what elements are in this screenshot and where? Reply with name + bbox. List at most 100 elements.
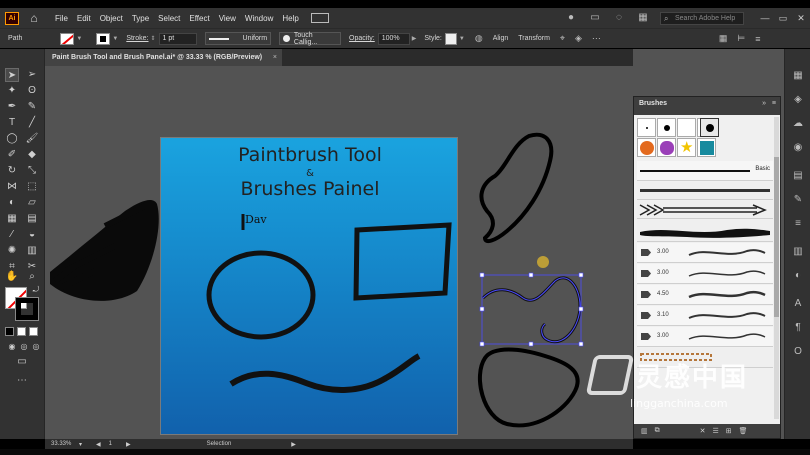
brush-row-calligraphic-1[interactable]: 3.00 bbox=[637, 243, 773, 263]
menu-window[interactable]: Window bbox=[245, 14, 273, 23]
scale-tool-icon[interactable]: ⤡ bbox=[25, 164, 39, 178]
ellipse-tool-icon[interactable]: ◯ bbox=[5, 132, 19, 146]
brush-cell-orange-splat[interactable] bbox=[637, 138, 656, 157]
shape-builder-tool-icon[interactable]: ◐ bbox=[5, 196, 19, 210]
zoom-tool-icon[interactable]: ⌕ bbox=[25, 270, 39, 284]
type-tool-icon[interactable]: T bbox=[5, 116, 19, 130]
style-swatch[interactable] bbox=[444, 32, 457, 45]
options-of-brush-icon[interactable]: ☰ bbox=[713, 427, 719, 435]
brush-cell-small-dot[interactable] bbox=[637, 118, 656, 137]
library-panel-icon[interactable]: ⧉ bbox=[655, 427, 660, 435]
panel-icon[interactable]: ▭ bbox=[588, 11, 602, 25]
search-help-input[interactable]: ⌕ Search Adobe Help bbox=[660, 11, 744, 25]
graph-tool-icon[interactable]: ▥ bbox=[25, 244, 39, 258]
properties-icon[interactable]: ▦ bbox=[791, 69, 805, 83]
panel-menu-icon[interactable]: ≡ bbox=[772, 97, 776, 111]
chevron-down-icon[interactable]: ▼ bbox=[76, 36, 82, 42]
brush-cell-teal-box[interactable] bbox=[697, 138, 716, 157]
close-icon[interactable]: × bbox=[273, 49, 277, 66]
opacity-label[interactable]: Opacity: bbox=[349, 35, 375, 42]
brush-row-art-dry[interactable] bbox=[637, 182, 773, 200]
brushes-scrollbar[interactable] bbox=[774, 117, 779, 419]
workspace-icon[interactable]: ▦ bbox=[636, 11, 650, 25]
layers-icon[interactable]: ◈ bbox=[791, 93, 805, 107]
lasso-tool-icon[interactable]: ʘ bbox=[25, 84, 39, 98]
page-number[interactable]: 1 bbox=[109, 441, 112, 447]
user-icon[interactable]: ● bbox=[564, 11, 578, 25]
page-next-icon[interactable]: ▶ bbox=[126, 441, 131, 448]
home-icon[interactable]: ⌂ bbox=[27, 11, 41, 25]
paragraph-icon[interactable]: ¶ bbox=[791, 321, 805, 335]
chevron-down-icon[interactable]: ▼ bbox=[112, 36, 118, 42]
transparency-icon[interactable]: ◐ bbox=[791, 269, 805, 283]
chevron-down-icon[interactable]: ▾ bbox=[79, 441, 82, 448]
scrollbar-thumb[interactable] bbox=[774, 157, 779, 317]
selection-tool-icon[interactable]: ➤ bbox=[5, 68, 19, 82]
more-tools-icon[interactable]: ⋯ bbox=[15, 374, 29, 388]
options-icon[interactable]: ⋯ bbox=[592, 33, 601, 44]
rotate-tool-icon[interactable]: ↻ bbox=[5, 164, 19, 178]
swap-fill-stroke-icon[interactable]: ⤾ bbox=[29, 283, 43, 297]
brush-cell-large-dot-selected[interactable] bbox=[700, 118, 719, 137]
color-mode-icon[interactable] bbox=[17, 327, 26, 336]
menu-file[interactable]: File bbox=[55, 14, 68, 23]
curvature-tool-icon[interactable]: ✎ bbox=[25, 100, 39, 114]
brush-cell-purple-splat[interactable] bbox=[657, 138, 676, 157]
paintbrush-tool-icon[interactable]: 🖌 bbox=[25, 132, 39, 146]
none-mode-icon[interactable] bbox=[29, 327, 38, 336]
brush-library-icon[interactable]: ▥ bbox=[641, 427, 648, 435]
brush-row-calligraphic-2[interactable]: 3.00 bbox=[637, 264, 773, 284]
arrange-icon[interactable]: ▦ bbox=[719, 33, 728, 44]
stroke-color-swatch[interactable] bbox=[15, 297, 39, 321]
brush-definition[interactable]: Touch Callig... bbox=[279, 32, 342, 46]
brush-row-charcoal[interactable] bbox=[637, 220, 773, 242]
draw-inside-icon[interactable]: ◎ bbox=[29, 340, 43, 354]
brush-row-calligraphic-4[interactable]: 3.10 bbox=[637, 306, 773, 326]
brush-row-calligraphic-5[interactable]: 3.00 bbox=[637, 327, 773, 347]
delete-brush-icon[interactable]: 🗑 bbox=[739, 427, 748, 435]
opentype-icon[interactable]: O bbox=[791, 345, 805, 359]
brush-cell-medium-dot[interactable] bbox=[657, 118, 676, 137]
shaper-tool-icon[interactable]: ✐ bbox=[5, 148, 19, 162]
stepper-icon[interactable]: ⇕ bbox=[151, 35, 156, 42]
width-tool-icon[interactable]: ⋈ bbox=[5, 180, 19, 194]
brush-row-basic[interactable]: Basic bbox=[637, 161, 773, 181]
hand-tool-icon[interactable]: ✋ bbox=[5, 270, 19, 284]
stroke-label[interactable]: Stroke: bbox=[126, 35, 148, 42]
mesh-tool-icon[interactable]: ▦ bbox=[5, 212, 19, 226]
maximize-button[interactable]: ▭ bbox=[774, 13, 792, 24]
zoom-level[interactable]: 33.33% bbox=[51, 441, 79, 447]
align-panel-icon[interactable]: ⊨ bbox=[737, 33, 745, 44]
libraries-icon[interactable]: ☁ bbox=[791, 117, 805, 131]
eraser-tool-icon[interactable]: ◆ bbox=[25, 148, 39, 162]
brush-cell-empty[interactable] bbox=[677, 118, 696, 137]
character-icon[interactable]: A bbox=[791, 297, 805, 311]
brush-row-arrow[interactable] bbox=[637, 201, 773, 219]
canvas[interactable]: Paintbrush Tool & Brushes Painel Dav bbox=[45, 66, 633, 439]
default-colors-icon[interactable] bbox=[5, 327, 14, 336]
lightbulb-icon[interactable]: ◌ bbox=[612, 11, 626, 25]
line-tool-icon[interactable]: ╱ bbox=[25, 116, 39, 130]
fill-swatch[interactable] bbox=[60, 32, 75, 45]
color-icon[interactable]: ◉ bbox=[791, 141, 805, 155]
free-transform-tool-icon[interactable]: ⬚ bbox=[25, 180, 39, 194]
menu-object[interactable]: Object bbox=[100, 14, 123, 23]
brush-row-calligraphic-3[interactable]: 4.50 bbox=[637, 285, 773, 305]
direct-selection-tool-icon[interactable]: ➢ bbox=[25, 68, 39, 82]
blend-tool-icon[interactable]: ◒ bbox=[25, 228, 39, 242]
swatches-icon[interactable]: ▤ bbox=[791, 169, 805, 183]
minimize-button[interactable]: — bbox=[756, 13, 774, 23]
menu-select[interactable]: Select bbox=[158, 14, 180, 23]
gradient-icon[interactable]: ▥ bbox=[791, 245, 805, 259]
document-tab[interactable]: Paint Brush Tool and Brush Panel.ai* @ 3… bbox=[45, 49, 282, 66]
new-brush-icon[interactable]: ⊞ bbox=[726, 427, 732, 435]
brushes-panel-header[interactable]: Brushes » ≡ bbox=[634, 97, 780, 111]
menu-edit[interactable]: Edit bbox=[77, 14, 91, 23]
perspective-grid-tool-icon[interactable]: ▱ bbox=[25, 196, 39, 210]
menu-effect[interactable]: Effect bbox=[189, 14, 209, 23]
chevron-right-icon[interactable]: ▶ bbox=[412, 35, 417, 42]
remove-stroke-icon[interactable]: ✕ bbox=[700, 427, 706, 435]
recolor-icon[interactable]: ◍ bbox=[475, 33, 483, 44]
symbol-sprayer-tool-icon[interactable]: ✺ bbox=[5, 244, 19, 258]
stroke-swatch[interactable] bbox=[96, 32, 111, 45]
